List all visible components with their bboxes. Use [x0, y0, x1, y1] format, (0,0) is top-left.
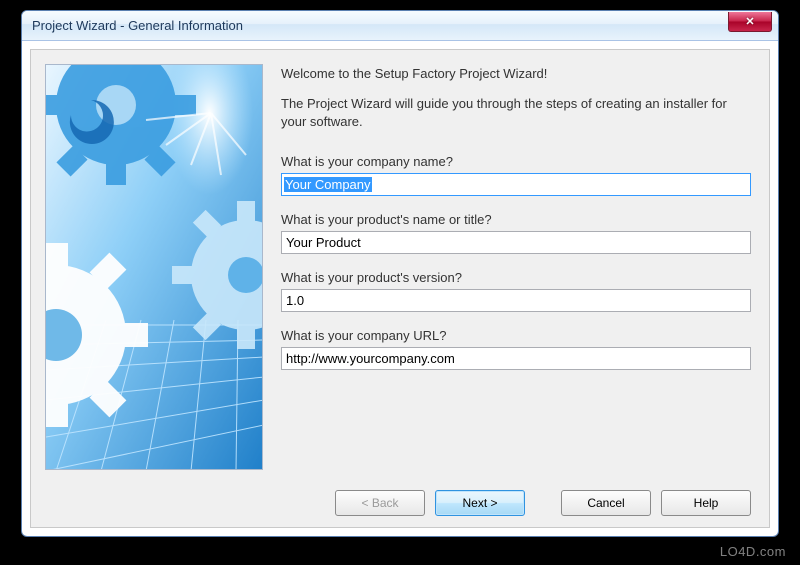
- intro-text: The Project Wizard will guide you throug…: [281, 95, 755, 130]
- close-icon: ✕: [745, 15, 754, 28]
- company-url-label: What is your company URL?: [281, 328, 755, 343]
- watermark: LO4D.com: [720, 544, 786, 559]
- company-name-input[interactable]: Your Company: [281, 173, 751, 196]
- client-area: Welcome to the Setup Factory Project Wiz…: [30, 49, 770, 528]
- next-button[interactable]: Next >: [435, 490, 525, 516]
- content-area: Welcome to the Setup Factory Project Wiz…: [31, 50, 769, 479]
- titlebar[interactable]: Project Wizard - General Information ✕: [22, 11, 778, 41]
- close-button[interactable]: ✕: [728, 12, 772, 32]
- back-button: < Back: [335, 490, 425, 516]
- wizard-sidebar-image: [45, 64, 263, 470]
- company-name-label: What is your company name?: [281, 154, 755, 169]
- window-title: Project Wizard - General Information: [32, 18, 243, 33]
- dialog-window: Project Wizard - General Information ✕: [21, 10, 779, 537]
- product-name-input[interactable]: [281, 231, 751, 254]
- product-version-label: What is your product's version?: [281, 270, 755, 285]
- product-name-group: What is your product's name or title?: [281, 212, 755, 254]
- product-version-input[interactable]: [281, 289, 751, 312]
- product-name-label: What is your product's name or title?: [281, 212, 755, 227]
- company-url-input[interactable]: [281, 347, 751, 370]
- company-url-group: What is your company URL?: [281, 328, 755, 370]
- product-version-group: What is your product's version?: [281, 270, 755, 312]
- button-row: < Back Next > Cancel Help: [31, 479, 769, 527]
- form-area: Welcome to the Setup Factory Project Wiz…: [281, 64, 755, 465]
- help-button[interactable]: Help: [661, 490, 751, 516]
- welcome-heading: Welcome to the Setup Factory Project Wiz…: [281, 66, 755, 81]
- gears-illustration-icon: [46, 65, 263, 470]
- cancel-button[interactable]: Cancel: [561, 490, 651, 516]
- company-name-group: What is your company name? Your Company: [281, 154, 755, 196]
